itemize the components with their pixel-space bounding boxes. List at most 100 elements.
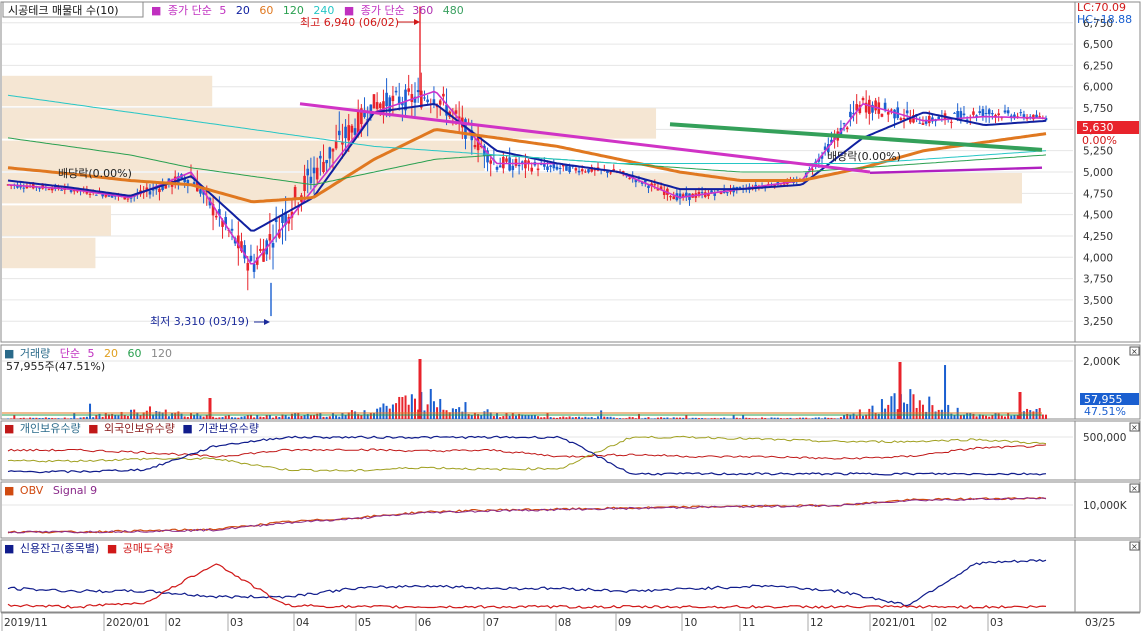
volume-bar xyxy=(590,416,593,419)
candle-body xyxy=(868,99,871,114)
candle-body xyxy=(350,125,354,133)
volume-bar xyxy=(584,416,587,419)
price-tick-label: 3,250 xyxy=(1083,316,1113,328)
candle-body xyxy=(628,178,631,180)
series-line-1 xyxy=(7,497,1047,534)
candle-body xyxy=(306,168,310,176)
volume-bar xyxy=(432,401,435,419)
volume-bar xyxy=(874,413,877,419)
volume-bar xyxy=(530,415,533,419)
volume-bar xyxy=(628,416,631,419)
obv-panel[interactable] xyxy=(2,496,1073,534)
volume-bar xyxy=(1010,415,1013,419)
volume-bar xyxy=(817,417,820,419)
candle-body xyxy=(104,195,108,197)
holdings-panel[interactable] xyxy=(2,435,1073,476)
volume-ma-5: 5 xyxy=(88,347,95,360)
credit-close-button[interactable]: × xyxy=(1129,541,1140,551)
volume-bar xyxy=(385,405,388,419)
volume-bar xyxy=(243,416,246,419)
volume-tick: 2,000K xyxy=(1083,356,1121,368)
candle-body xyxy=(353,128,357,135)
candle-body xyxy=(972,111,975,115)
price-panel[interactable]: 6,7506,5006,2506,0005,7505,5005,2505,000… xyxy=(2,6,1113,329)
stock-chart[interactable]: 6,7506,5006,2506,0005,7505,5005,2505,000… xyxy=(0,0,1141,632)
volume-ma-20: 20 xyxy=(104,347,118,360)
price-tick-label: 6,500 xyxy=(1083,39,1113,51)
trend-line-green xyxy=(669,122,1043,152)
candle-body xyxy=(199,189,202,194)
candle-body xyxy=(549,165,552,167)
credit-panel[interactable] xyxy=(7,559,1047,609)
candle-body xyxy=(1003,110,1007,113)
obv-close-button[interactable]: × xyxy=(1129,483,1140,493)
volume-bar xyxy=(63,417,66,419)
candle-body xyxy=(502,156,505,169)
volume-panel[interactable] xyxy=(2,359,1073,419)
candle-body xyxy=(842,123,846,125)
candle-body xyxy=(890,109,893,111)
volume-bar xyxy=(429,388,432,419)
volume-bar xyxy=(593,418,596,419)
obv-signal: Signal 9 xyxy=(53,484,97,497)
volume-bar xyxy=(644,417,647,419)
volume-bar xyxy=(215,417,218,419)
candle-body xyxy=(246,262,250,271)
volume-bar xyxy=(647,417,650,419)
volume-bar xyxy=(44,417,47,419)
candle-body xyxy=(845,127,849,130)
holdings-close-button[interactable]: × xyxy=(1129,422,1140,432)
volume-bar xyxy=(663,417,666,419)
candle-body xyxy=(312,167,316,174)
holdings-square-icon-3: ■ xyxy=(182,422,192,435)
candle-body xyxy=(126,198,130,200)
volume-bar xyxy=(839,417,842,419)
volume-bar xyxy=(928,396,931,419)
volume-bar xyxy=(253,417,256,419)
volume-bar xyxy=(514,415,517,419)
holdings-square-icon: ■ xyxy=(4,422,14,435)
candle-body xyxy=(341,142,344,145)
volume-bar xyxy=(682,417,685,419)
ma-60-label: 60 xyxy=(259,4,273,17)
volume-bar xyxy=(360,415,363,419)
candle-body xyxy=(921,123,925,125)
candle-body xyxy=(918,122,922,124)
candle-body xyxy=(416,90,420,93)
volume-bar xyxy=(388,408,391,419)
dividend-label-2: 배당락(0.00%) xyxy=(827,150,901,163)
volume-bar xyxy=(89,403,92,419)
volume-bar xyxy=(212,416,215,419)
candle-body xyxy=(880,113,884,117)
price-tick-label: 4,000 xyxy=(1083,252,1113,264)
candle-body xyxy=(886,112,890,115)
volume-bar xyxy=(196,412,199,419)
volume-bar xyxy=(51,417,54,419)
candle-body xyxy=(552,163,556,169)
volume-bar xyxy=(313,415,316,419)
x-tick-label: 03 xyxy=(230,617,243,629)
svg-text:■ 거래량 단순 5: ■ 거래량 단순 5 20 60 120 xyxy=(4,347,172,360)
volume-bar xyxy=(335,415,338,419)
volume-bar xyxy=(413,398,416,419)
volume-bar xyxy=(272,417,275,419)
high-label: 최고 6,940 (06/02) xyxy=(300,16,399,29)
candle-body xyxy=(230,228,234,231)
candle-body xyxy=(905,110,909,114)
volume-bar xyxy=(114,415,117,419)
volume-bar xyxy=(1026,408,1029,419)
volume-bar xyxy=(442,409,445,419)
volume-close-button[interactable]: × xyxy=(1129,346,1140,356)
volume-bar xyxy=(723,417,726,419)
candle-body xyxy=(88,193,92,195)
volume-bar xyxy=(451,408,454,419)
volume-bar xyxy=(278,416,281,419)
volume-bar xyxy=(868,408,871,419)
candle-body xyxy=(984,113,988,115)
close-icon: × xyxy=(1131,484,1138,493)
candle-body xyxy=(861,98,865,101)
volume-bar xyxy=(48,417,51,419)
volume-bar xyxy=(697,418,700,419)
volume-bar xyxy=(1041,414,1044,419)
candle-body xyxy=(268,234,272,241)
